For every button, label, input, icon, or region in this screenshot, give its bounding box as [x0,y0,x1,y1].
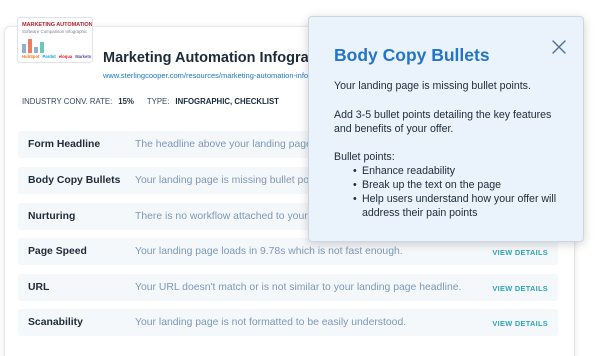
bullet-item: Enhance readability [334,164,574,178]
conv-rate-value: 15% [118,97,134,106]
logo-marketo: Marketo [75,54,92,59]
popover-intro: Your landing page is missing bullet poin… [334,80,531,92]
row-message: Your URL doesn't match or is not similar… [135,282,462,293]
details-popover: Body Copy Bullets Your landing page is m… [308,16,584,242]
view-details-link[interactable]: VIEW DETAILS [492,284,548,293]
checklist-row-page-speed[interactable]: Page Speed Your landing page loads in 9.… [18,238,558,265]
row-message: The headline above your landing page [135,139,312,150]
popover-list-label: Bullet points: [334,151,395,163]
asset-url-link[interactable]: www.sterlingcooper.com/resources/marketi… [103,71,308,80]
row-name: Scanability [28,317,83,328]
checklist-row-url[interactable]: URL Your URL doesn't match or is not sim… [18,274,558,301]
thumbnail-subtitle: Software Comparison Infographic [22,29,88,34]
thumbnail-title: MARKETING AUTOMATION [22,22,93,28]
logo-pardot: Pardot [42,54,56,59]
logo-eloqua: eloqua [58,54,73,59]
row-message: Your landing page loads in 9.78s which i… [135,246,403,257]
conv-rate-label: INDUSTRY CONV. RATE: [22,97,113,106]
asset-meta: INDUSTRY CONV. RATE: 15% TYPE: INFOGRAPHIC,… [22,97,292,106]
row-name: Nurturing [28,211,76,222]
bullet-item: Help users understand how your offer wil… [334,192,574,220]
type-label: TYPE: [146,97,170,106]
logo-hubspot: HubSpot [22,54,40,59]
thumbnail-chart-graphic [22,37,48,53]
asset-title: Marketing Automation Infographic [103,50,339,66]
asset-thumbnail[interactable]: MARKETING AUTOMATION Software Comparison… [17,17,93,63]
bullet-item: Break up the text on the page [334,178,574,192]
view-details-link[interactable]: VIEW DETAILS [492,248,548,257]
row-name: Form Headline [28,139,101,150]
row-name: URL [28,282,50,293]
row-message: Your landing page is missing bullet poin… [135,175,329,186]
type-value: INFOGRAPHIC, CHECKLIST [175,97,279,106]
popover-title: Body Copy Bullets [334,45,490,65]
row-message: Your landing page is not formatted to be… [135,317,407,328]
thumbnail-logos: HubSpot Pardot eloqua Marketo [22,54,92,59]
view-details-link[interactable]: VIEW DETAILS [492,319,548,328]
row-name: Page Speed [28,246,87,257]
popover-bullet-list: Enhance readability Break up the text on… [334,164,574,220]
popover-instruction: Add 3-5 bullet points detailing the key … [334,109,552,135]
close-icon[interactable] [551,39,567,55]
row-message: There is no workflow attached to your [135,211,308,222]
checklist-row-scanability[interactable]: Scanability Your landing page is not for… [18,309,558,336]
row-name: Body Copy Bullets [28,175,121,186]
